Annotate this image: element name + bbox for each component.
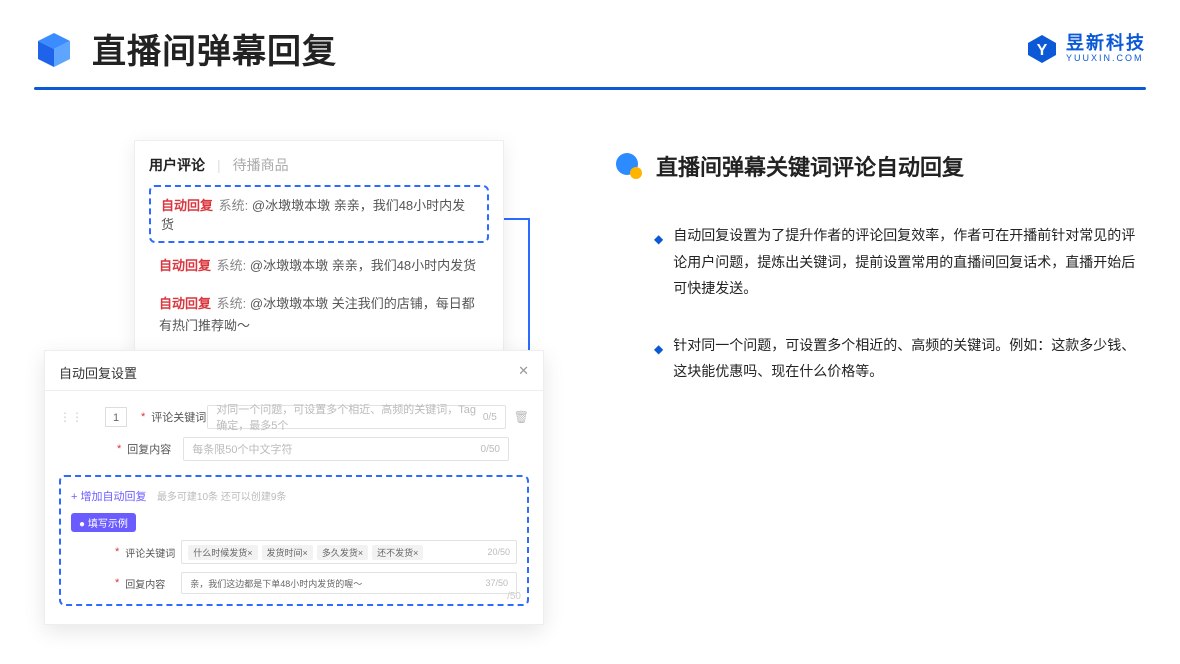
bullet-text: 自动回复设置为了提升作者的评论回复效率，作者可在开播前针对常见的评论用户问题，提… (673, 222, 1146, 302)
char-count: 0/5 (483, 412, 497, 423)
system-label: 系统: (217, 296, 247, 311)
bullet-item: ◆ 针对同一个问题，可设置多个相近的、高频的关键词。例如：这款多少钱、这块能优惠… (614, 332, 1146, 385)
brand-logo-icon: Y (1026, 33, 1058, 65)
subtitle: 直播间弹幕关键词评论自动回复 (656, 150, 964, 182)
example-reply-row: * 回复内容 亲，我们这边都是下单48小时内发货的喔～ 37/50 (71, 572, 517, 594)
example-reply-text: 亲，我们这边都是下单48小时内发货的喔～ (190, 577, 362, 590)
char-count: 37/50 (485, 578, 508, 588)
reply-label: 回复内容 (127, 441, 183, 457)
auto-reply-label: 自动回复 (161, 198, 213, 213)
placeholder-text: 对同一个问题，可设置多个相近、高频的关键词，Tag确定，最多5个 (216, 401, 483, 433)
comment-row: 自动回复 系统: @冰墩墩本墩 亲亲，我们48小时内发货 (149, 247, 489, 285)
close-icon[interactable]: ✕ (518, 363, 529, 382)
tab-separator: | (217, 157, 221, 173)
tag[interactable]: 什么时候发货× (188, 545, 257, 560)
keyword-label: 评论关键词 (125, 545, 181, 560)
chat-bubble-icon (614, 151, 644, 181)
comment-row: 自动回复 系统: @冰墩墩本墩 关注我们的店铺，每日都有热门推荐呦～ (149, 285, 489, 345)
add-note: 最多可建10条 还可以创建9条 (157, 492, 286, 503)
svg-text:Y: Y (1037, 42, 1048, 59)
char-count: 20/50 (487, 547, 510, 557)
keyword-row: ⋮⋮ 1 * 评论关键词 对同一个问题，可设置多个相近、高频的关键词，Tag确定… (59, 405, 529, 429)
example-reply-input[interactable]: 亲，我们这边都是下单48小时内发货的喔～ 37/50 (181, 572, 517, 594)
drag-handle-icon[interactable]: ⋮⋮ (59, 410, 83, 424)
keyword-label: 评论关键词 (151, 409, 207, 425)
brand-name: 昱新科技 (1066, 34, 1146, 52)
slide-header: 直播间弹幕回复 Y 昱新科技 YUUXIN.COM (0, 0, 1180, 73)
system-label: 系统: (219, 198, 249, 213)
diamond-icon: ◆ (654, 228, 663, 302)
text-column: 直播间弹幕关键词评论自动回复 ◆ 自动回复设置为了提升作者的评论回复效率，作者可… (554, 140, 1146, 415)
char-count: 0/50 (481, 444, 500, 455)
connector-line (504, 218, 530, 220)
bullet-item: ◆ 自动回复设置为了提升作者的评论回复效率，作者可在开播前针对常见的评论用户问题… (614, 222, 1146, 302)
example-box: + 增加自动回复 最多可建10条 还可以创建9条 ● 填写示例 * 评论关键词 … (59, 475, 529, 606)
settings-title: 自动回复设置 (59, 363, 137, 382)
tabs: 用户评论 | 待播商品 (149, 155, 489, 175)
bullet-text: 针对同一个问题，可设置多个相近的、高频的关键词。例如：这款多少钱、这块能优惠吗、… (673, 332, 1146, 385)
comment-text: @冰墩墩本墩 亲亲，我们48小时内发货 (250, 258, 476, 273)
auto-reply-label: 自动回复 (159, 296, 211, 311)
delete-icon[interactable]: 🗑 (514, 410, 529, 424)
reply-label: 回复内容 (125, 576, 181, 591)
reply-row: * 回复内容 每条限50个中文字符 0/50 (59, 437, 529, 461)
diamond-icon: ◆ (654, 338, 663, 385)
tag[interactable]: 还不发货× (372, 545, 423, 560)
divider (45, 390, 543, 391)
settings-modal: 自动回复设置 ✕ ⋮⋮ 1 * 评论关键词 对同一个问题，可设置多个相近、高频的… (44, 350, 544, 625)
example-keyword-row: * 评论关键词 什么时候发货× 发货时间× 多久发货× 还不发货× 20/50 (71, 540, 517, 564)
brand-domain: YUUXIN.COM (1066, 54, 1146, 63)
required-star: * (141, 411, 145, 423)
auto-reply-label: 自动回复 (159, 258, 211, 273)
stray-count: /50 (507, 591, 521, 602)
tag[interactable]: 发货时间× (262, 545, 313, 560)
example-keyword-input[interactable]: 什么时候发货× 发货时间× 多久发货× 还不发货× 20/50 (181, 540, 517, 564)
required-star: * (115, 546, 119, 558)
placeholder-text: 每条限50个中文字符 (192, 441, 292, 457)
system-label: 系统: (217, 258, 247, 273)
keyword-input[interactable]: 对同一个问题，可设置多个相近、高频的关键词，Tag确定，最多5个 0/5 (207, 405, 505, 429)
tag[interactable]: 多久发货× (317, 545, 368, 560)
subtitle-row: 直播间弹幕关键词评论自动回复 (614, 150, 1146, 182)
required-star: * (115, 577, 119, 589)
page-title: 直播间弹幕回复 (92, 24, 337, 73)
brand: Y 昱新科技 YUUXIN.COM (1026, 33, 1146, 65)
tab-user-comments[interactable]: 用户评论 (149, 155, 205, 175)
example-badge: ● 填写示例 (71, 513, 136, 532)
add-auto-reply-link[interactable]: + 增加自动回复 (71, 491, 146, 503)
comments-panel: 用户评论 | 待播商品 自动回复 系统: @冰墩墩本墩 亲亲，我们48小时内发货… (134, 140, 504, 354)
screenshot-area: 用户评论 | 待播商品 自动回复 系统: @冰墩墩本墩 亲亲，我们48小时内发货… (34, 140, 554, 415)
cube-icon (34, 29, 74, 69)
tab-pending-products[interactable]: 待播商品 (233, 155, 289, 175)
highlighted-comment: 自动回复 系统: @冰墩墩本墩 亲亲，我们48小时内发货 (149, 185, 489, 243)
row-index: 1 (105, 407, 127, 427)
reply-input[interactable]: 每条限50个中文字符 0/50 (183, 437, 509, 461)
required-star: * (117, 443, 121, 455)
